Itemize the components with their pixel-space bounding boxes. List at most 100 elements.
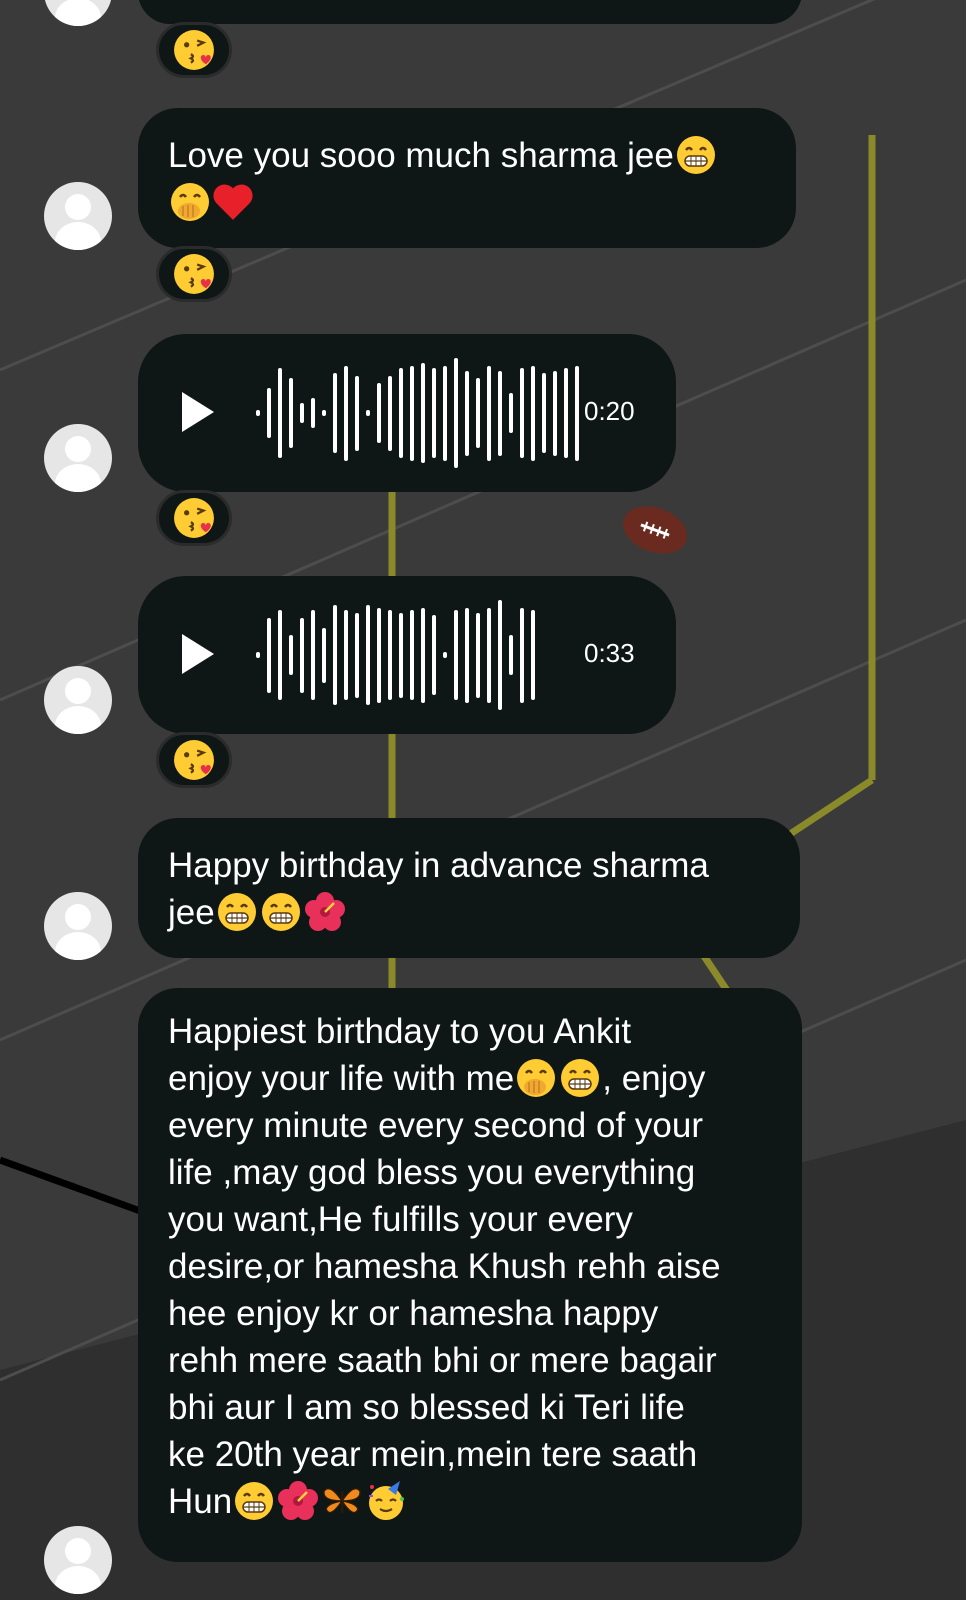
waveform-bar bbox=[443, 365, 447, 461]
waveform-bar bbox=[377, 607, 381, 703]
hand-over-mouth-emoji-icon bbox=[170, 182, 210, 222]
waveform-bar bbox=[531, 365, 535, 461]
message-line: every minute every second of your bbox=[168, 1106, 703, 1145]
waveform-bar bbox=[278, 610, 282, 700]
message-line: life ,may god bless you everything bbox=[168, 1153, 696, 1192]
waveform-bar bbox=[542, 373, 546, 453]
butterfly-emoji-icon bbox=[322, 1481, 362, 1521]
message-line: desire,or hamesha Khush rehh aise bbox=[168, 1247, 721, 1286]
message-line: enjoy your life with me bbox=[168, 1059, 515, 1098]
waveform-bar bbox=[509, 393, 513, 433]
waveform-bar bbox=[465, 370, 469, 456]
waveform-bar bbox=[355, 612, 359, 698]
waveform-bar bbox=[344, 365, 348, 461]
waveform-bar bbox=[366, 410, 370, 416]
kiss-emoji-icon bbox=[173, 253, 215, 295]
message-text: Love you sooo much sharma jee bbox=[168, 136, 674, 175]
waveform-bar bbox=[289, 378, 293, 448]
message-line: rehh mere saath bhi or mere bagair bbox=[168, 1341, 717, 1380]
message-line: you want,He fulfills your every bbox=[168, 1200, 633, 1239]
waveform-bar bbox=[256, 410, 260, 416]
waveform-bar bbox=[421, 363, 425, 463]
waveform-bar bbox=[333, 373, 337, 453]
message-line: hee enjoy kr or hamesha happy bbox=[168, 1294, 659, 1333]
message-line: Happiest birthday to you Ankit bbox=[168, 1012, 632, 1051]
grin-emoji-icon bbox=[560, 1058, 600, 1098]
waveform-bar bbox=[388, 375, 392, 451]
waveform-bar bbox=[564, 368, 568, 458]
voice-message-bubble[interactable]: 0:20 bbox=[138, 334, 676, 492]
waveform-bar bbox=[476, 612, 480, 698]
waveform-bar bbox=[311, 610, 315, 700]
waveform-bar bbox=[300, 617, 304, 693]
grin-emoji-icon bbox=[217, 892, 257, 932]
kiss-emoji-icon bbox=[173, 739, 215, 781]
message-line: , enjoy bbox=[602, 1059, 706, 1098]
message-bubble-partial[interactable] bbox=[138, 0, 802, 24]
audio-waveform[interactable] bbox=[256, 334, 586, 492]
waveform-bar bbox=[487, 607, 491, 703]
waveform-bar bbox=[366, 605, 370, 705]
sender-avatar[interactable] bbox=[44, 892, 112, 960]
message-line: ke 20th year mein,mein tere saath bbox=[168, 1435, 698, 1474]
waveform-bar bbox=[300, 403, 304, 423]
sender-avatar[interactable] bbox=[44, 666, 112, 734]
reaction-badge[interactable] bbox=[156, 246, 232, 302]
hibiscus-emoji-icon bbox=[305, 892, 345, 932]
waveform-bar bbox=[333, 605, 337, 705]
waveform-bar bbox=[377, 383, 381, 443]
kiss-emoji-icon bbox=[173, 29, 215, 71]
hand-over-mouth-emoji-icon bbox=[516, 1058, 556, 1098]
waveform-bar bbox=[553, 370, 557, 456]
waveform-bar bbox=[498, 370, 502, 456]
message-line: bhi aur I am so blessed ki Teri life bbox=[168, 1388, 685, 1427]
waveform-bar bbox=[454, 610, 458, 700]
voice-duration: 0:33 bbox=[584, 638, 635, 668]
waveform-bar bbox=[520, 368, 524, 458]
waveform-bar bbox=[388, 610, 392, 700]
hibiscus-emoji-icon bbox=[278, 1481, 318, 1521]
waveform-bar bbox=[256, 652, 260, 658]
waveform-bar bbox=[355, 375, 359, 451]
waveform-bar bbox=[267, 388, 271, 438]
audio-waveform[interactable] bbox=[256, 576, 586, 734]
heart-emoji-icon bbox=[212, 182, 254, 222]
waveform-bar bbox=[520, 607, 524, 703]
waveform-bar bbox=[311, 398, 315, 428]
waveform-bar bbox=[267, 617, 271, 693]
waveform-bar bbox=[509, 635, 513, 675]
waveform-bar bbox=[289, 635, 293, 675]
waveform-bar bbox=[432, 368, 436, 458]
waveform-bar bbox=[575, 365, 579, 461]
waveform-bar bbox=[278, 368, 282, 458]
sender-avatar[interactable] bbox=[44, 424, 112, 492]
message-bubble-text[interactable]: Happiest birthday to you Ankit enjoy you… bbox=[138, 988, 802, 1562]
waveform-bar bbox=[322, 410, 326, 416]
message-bubble-text[interactable]: Happy birthday in advance sharma jee bbox=[138, 818, 800, 958]
waveform-bar bbox=[476, 378, 480, 448]
waveform-bar bbox=[531, 610, 535, 700]
play-icon[interactable] bbox=[182, 634, 214, 674]
waveform-bar bbox=[399, 368, 403, 458]
voice-message-bubble[interactable]: 0:33 bbox=[138, 576, 676, 734]
message-line: Hun bbox=[168, 1482, 233, 1521]
play-icon[interactable] bbox=[182, 392, 214, 432]
grin-emoji-icon bbox=[261, 892, 301, 932]
grin-emoji-icon bbox=[234, 1481, 274, 1521]
waveform-bar bbox=[322, 627, 326, 683]
sender-avatar[interactable] bbox=[44, 1526, 112, 1594]
waveform-bar bbox=[344, 610, 348, 700]
sender-avatar[interactable] bbox=[44, 182, 112, 250]
reaction-badge[interactable] bbox=[156, 732, 232, 788]
message-bubble-text[interactable]: Love you sooo much sharma jee bbox=[138, 108, 796, 248]
reaction-badge[interactable] bbox=[156, 490, 232, 546]
waveform-bar bbox=[498, 600, 502, 710]
waveform-bar bbox=[410, 610, 414, 700]
voice-duration: 0:20 bbox=[584, 396, 635, 426]
waveform-bar bbox=[443, 652, 447, 658]
waveform-bar bbox=[454, 358, 458, 468]
waveform-bar bbox=[465, 607, 469, 703]
reaction-badge[interactable] bbox=[156, 22, 232, 78]
kiss-emoji-icon bbox=[173, 497, 215, 539]
waveform-bar bbox=[432, 615, 436, 695]
